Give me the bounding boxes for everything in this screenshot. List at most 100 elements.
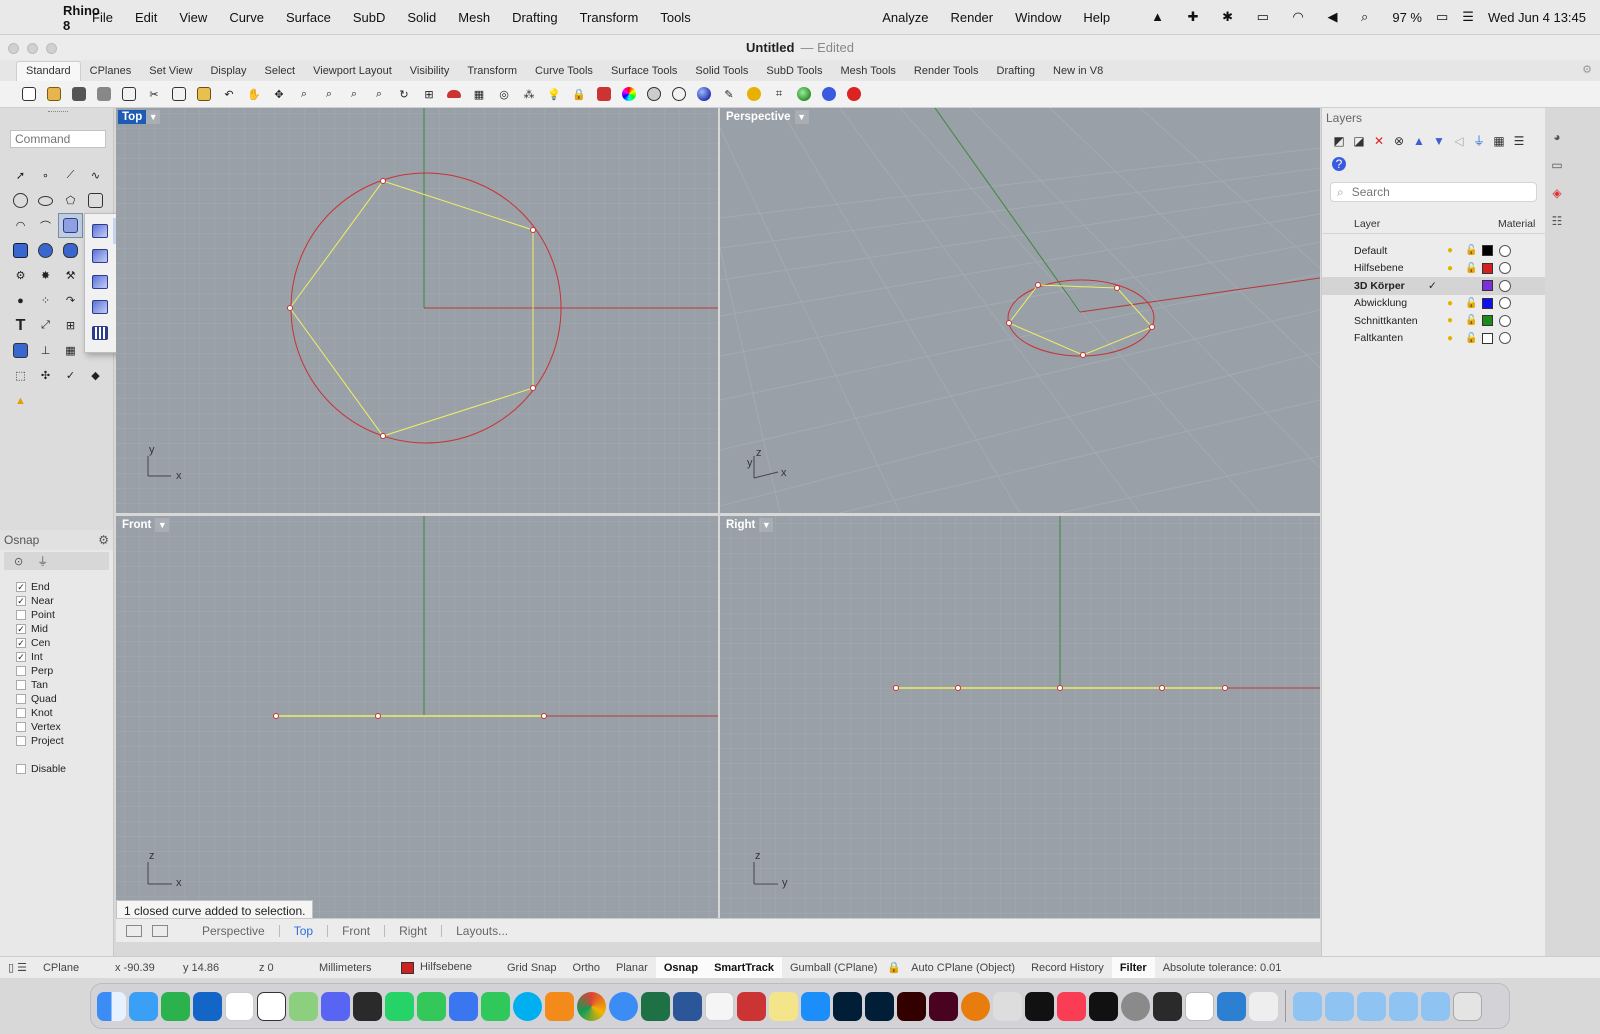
pentagon-curve[interactable] (1008, 284, 1153, 356)
color-wheel-icon[interactable] (618, 83, 640, 105)
checkbox-project[interactable] (16, 736, 26, 746)
tab-drafting[interactable]: Drafting (988, 62, 1045, 81)
viewport-label-perspective[interactable]: Perspective ▼ (722, 110, 809, 124)
menu-curve[interactable]: Curve (218, 10, 275, 25)
material-icon[interactable] (1499, 297, 1511, 310)
command-input[interactable] (10, 130, 106, 148)
layer-name[interactable]: Default (1354, 245, 1387, 257)
trash-icon[interactable] (1453, 991, 1482, 1021)
menu-mesh[interactable]: Mesh (447, 10, 501, 25)
grasshopper-icon[interactable] (1153, 991, 1182, 1021)
calendar-icon[interactable] (225, 991, 254, 1021)
tab-front[interactable]: Front (327, 924, 384, 937)
lightbulb-icon[interactable]: ● (1447, 263, 1453, 274)
viewport-right-canvas[interactable]: z y (720, 516, 1320, 918)
select-arrow-icon[interactable]: ➚ (8, 163, 33, 188)
layer-name[interactable]: Schnittkanten (1354, 315, 1418, 327)
menu-help[interactable]: Help (1072, 10, 1121, 25)
viewport-right[interactable]: z y Right ▼ (720, 516, 1320, 918)
tab-cplanes[interactable]: CPlanes (81, 62, 141, 81)
color-icon[interactable]: ◕ (1553, 130, 1560, 144)
hammer-icon[interactable]: ⚒ (58, 263, 83, 288)
polygon-icon[interactable]: ⬠ (58, 188, 83, 213)
apple-tv-icon[interactable] (1089, 991, 1118, 1021)
ortho-toggle[interactable]: Ortho (565, 962, 609, 974)
blender-icon[interactable] (961, 991, 990, 1021)
move-up-icon[interactable]: ▲ (1412, 134, 1426, 148)
menu-solid[interactable]: Solid (396, 10, 447, 25)
osnap-mid[interactable]: Mid (16, 622, 113, 636)
tab-right[interactable]: Right (384, 924, 441, 937)
drape-icon[interactable] (87, 295, 113, 321)
chevron-down-icon[interactable]: ▼ (155, 518, 170, 532)
osnap-int[interactable]: Int (16, 650, 113, 664)
properties-icon[interactable]: ✎ (718, 83, 740, 105)
rectangle-icon[interactable] (83, 188, 108, 213)
support-icon[interactable] (843, 83, 865, 105)
material-icon[interactable] (1499, 262, 1511, 275)
tab-perspective[interactable]: Perspective (188, 925, 279, 937)
material-icon[interactable] (1499, 279, 1511, 292)
osnap-mode-icon[interactable]: ⊙ (14, 555, 23, 568)
ellipse-icon[interactable] (33, 188, 58, 213)
status-layer[interactable]: Hilfsebene (393, 961, 499, 974)
planar-toggle[interactable]: Planar (608, 962, 656, 974)
checkbox-perp[interactable] (16, 666, 26, 676)
analyze-icon[interactable]: ⬚ (8, 363, 33, 388)
layers-tab-icon[interactable]: ◈ (1552, 186, 1561, 200)
photo-booth-icon[interactable] (737, 991, 766, 1021)
single-layout-icon[interactable] (152, 924, 168, 937)
zoom-icon[interactable]: ⌕ (293, 83, 315, 105)
grid-snap-toggle[interactable]: Grid Snap (499, 962, 565, 974)
current-layer-check-icon[interactable]: ✓ (1428, 280, 1437, 292)
menu-file[interactable]: File (81, 10, 124, 25)
new-file-icon[interactable] (18, 83, 40, 105)
mesh-tools-icon[interactable]: ⚙ (8, 263, 33, 288)
osnap-knot[interactable]: Knot (16, 706, 113, 720)
save-icon[interactable] (68, 83, 90, 105)
unlock-icon[interactable]: 🔓 (1465, 315, 1477, 326)
chrome-icon[interactable] (577, 991, 606, 1021)
surface-from-points-icon[interactable] (87, 218, 113, 244)
select-points-icon[interactable]: ⁂ (518, 83, 540, 105)
close-window-button[interactable] (8, 43, 19, 54)
cylinder-icon[interactable] (58, 238, 83, 263)
tab-select[interactable]: Select (256, 62, 305, 81)
surface-tools-icon[interactable] (58, 213, 83, 238)
render-icon[interactable]: ◆ (83, 363, 108, 388)
app-store-icon[interactable] (801, 991, 830, 1021)
osnap-gear-icon[interactable]: ⚙ (98, 533, 109, 547)
vscode-icon[interactable] (1217, 991, 1246, 1021)
chevron-down-icon[interactable]: ▼ (146, 110, 161, 124)
print-icon[interactable] (93, 83, 115, 105)
osnap-disable[interactable]: Disable (16, 762, 113, 776)
help-icon[interactable] (818, 83, 840, 105)
unlock-icon[interactable]: 🔓 (1465, 333, 1477, 344)
chevron-down-icon[interactable]: ▼ (759, 518, 774, 532)
tab-subd-tools[interactable]: SubD Tools (757, 62, 831, 81)
menu-tools[interactable]: Tools (649, 10, 701, 25)
osnap-point[interactable]: Point (16, 608, 113, 622)
tab-solid-tools[interactable]: Solid Tools (686, 62, 757, 81)
trim-icon[interactable]: ↷ (58, 288, 83, 313)
grid-layout-icon[interactable] (126, 924, 142, 937)
tab-viewport-layout[interactable]: Viewport Layout (304, 62, 401, 81)
tab-curve-tools[interactable]: Curve Tools (526, 62, 602, 81)
control-center-icon[interactable]: ☰ (1455, 9, 1481, 25)
viewport-front-canvas[interactable]: z x (116, 516, 718, 918)
feedly-icon[interactable] (161, 991, 190, 1021)
pyramid-icon[interactable]: ▲ (8, 388, 33, 413)
indesign-icon[interactable] (929, 991, 958, 1021)
battery-percent[interactable]: 97 % (1385, 10, 1429, 25)
cplane-icon[interactable]: ◎ (493, 83, 515, 105)
lightbulb-icon[interactable]: ● (1447, 245, 1453, 256)
viewport-label-top[interactable]: Top ▼ (118, 110, 161, 124)
filter-icon[interactable]: ⏚ (1472, 134, 1486, 148)
photoshop-icon[interactable] (865, 991, 894, 1021)
notes-icon[interactable] (705, 991, 734, 1021)
tab-new-in-v8[interactable]: New in V8 (1044, 62, 1112, 81)
grid-plane-icon[interactable]: ▦ (468, 83, 490, 105)
scale-icon[interactable]: ⤢ (33, 313, 58, 338)
box-icon[interactable] (8, 238, 33, 263)
column-material[interactable]: Material (1498, 218, 1535, 230)
